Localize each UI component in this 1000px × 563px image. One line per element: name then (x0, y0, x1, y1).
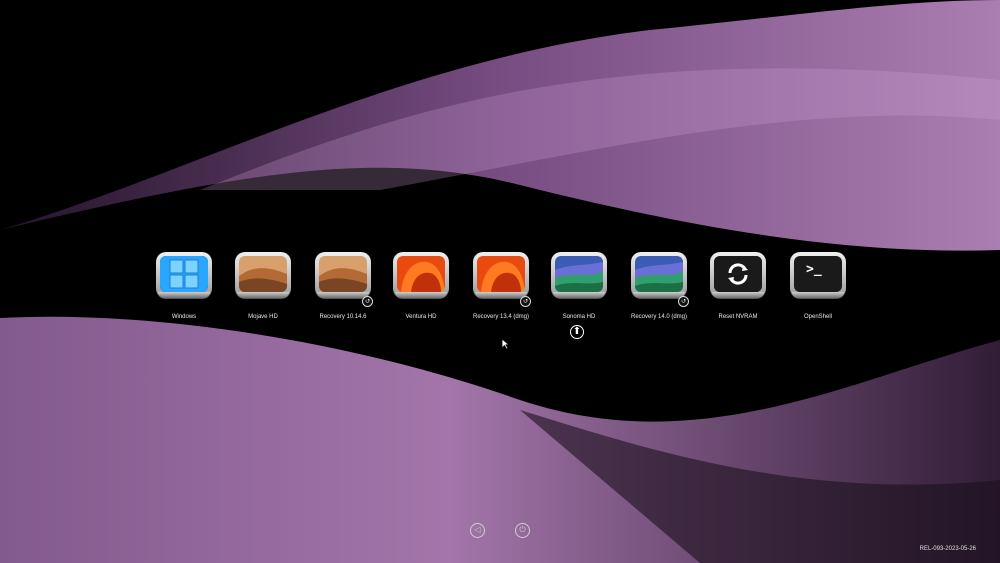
boot-entry-mojave-hd[interactable]: Mojave HD (231, 252, 295, 332)
boot-entry-label: OpenShell (803, 314, 833, 320)
drive-tile (235, 252, 291, 298)
mojave-desert-icon (239, 256, 287, 292)
ventura-orange-icon (397, 256, 445, 292)
default-boot-indicator-icon: ⬆ (570, 325, 584, 339)
boot-entry-ventura-hd[interactable]: Ventura HD (389, 252, 453, 332)
drive-tile (710, 252, 766, 298)
boot-entry-recovery-134[interactable]: ↺ Recovery 13.4 (dmg) (469, 252, 533, 332)
boot-entry-sonoma-hd[interactable]: Sonoma HD (547, 252, 611, 332)
drive-tile (393, 252, 449, 298)
boot-entry-openshell[interactable]: >_ OpenShell (786, 252, 850, 332)
mouse-pointer-icon (501, 338, 510, 350)
restart-button[interactable]: ◁ (470, 523, 485, 538)
shutdown-button[interactable]: ⏻ (515, 523, 530, 538)
ventura-orange-icon (477, 256, 525, 292)
boot-entry-reset-nvram[interactable]: Reset NVRAM (706, 252, 770, 332)
refresh-icon (714, 256, 762, 292)
sonoma-wave-icon (635, 256, 683, 292)
drive-tile (473, 252, 529, 298)
boot-picker: Windows Mojave HD ↺ Recovery 10.14.6 Ven… (0, 0, 1000, 563)
drive-tile (551, 252, 607, 298)
terminal-icon: >_ (806, 262, 822, 277)
mojave-desert-icon (319, 256, 367, 292)
drive-tile (156, 252, 212, 298)
drive-tile (631, 252, 687, 298)
boot-entry-windows[interactable]: Windows (152, 252, 216, 332)
recovery-badge-icon: ↺ (520, 296, 531, 307)
sonoma-wave-icon (555, 256, 603, 292)
drive-tile (315, 252, 371, 298)
windows-logo-icon (160, 256, 208, 292)
boot-entry-recovery-10146[interactable]: ↺ Recovery 10.14.6 (311, 252, 375, 332)
recovery-badge-icon: ↺ (362, 296, 373, 307)
drive-tile: >_ (790, 252, 846, 298)
recovery-badge-icon: ↺ (678, 296, 689, 307)
boot-entry-recovery-140[interactable]: ↺ Recovery 14.0 (dmg) (627, 252, 691, 332)
version-label: REL-093-2023-05-26 (919, 546, 976, 552)
